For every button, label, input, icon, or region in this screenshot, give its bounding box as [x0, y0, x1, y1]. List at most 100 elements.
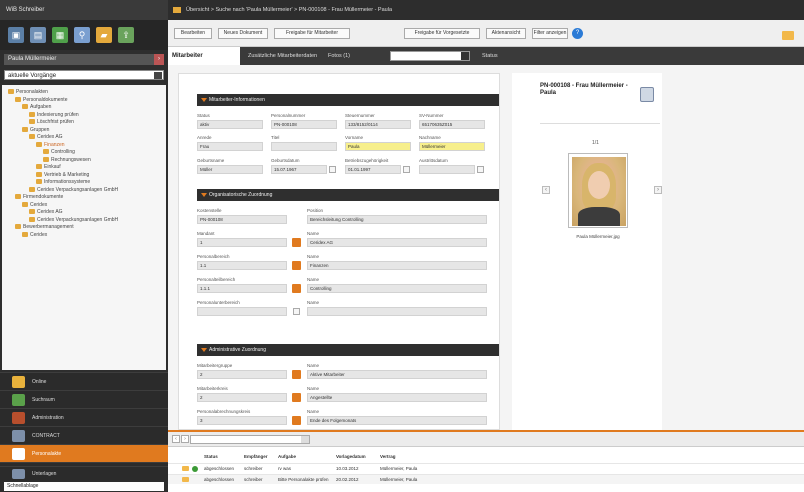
- tree-node[interactable]: Firmendokumente: [4, 194, 164, 202]
- search-icon[interactable]: [301, 436, 309, 443]
- employee-circle-name-field[interactable]: Angestellte: [307, 393, 487, 402]
- lookup-icon[interactable]: [292, 393, 301, 402]
- status-field[interactable]: aktiv: [197, 120, 263, 129]
- tree-node[interactable]: Ceridex Verpackungsanlagen GmbH: [4, 187, 164, 195]
- tab-additional-data[interactable]: Zusätzliche Mitarbeiterdaten: [248, 47, 317, 65]
- payroll-area-name-field[interactable]: Ende des Folgemonats: [307, 416, 487, 425]
- personnel-subarea-name-field[interactable]: Controlling: [307, 284, 487, 293]
- client-name-field[interactable]: Ceridex AG: [307, 238, 487, 247]
- nav-item[interactable]: Administration: [0, 408, 168, 426]
- release-supervisor-button[interactable]: Freigabe für Vorgesetzte: [404, 28, 480, 39]
- column-header[interactable]: Vertrag: [380, 452, 396, 461]
- tree-node[interactable]: Aufgaben: [4, 104, 164, 112]
- tab-photos[interactable]: Fotos (1): [328, 47, 350, 65]
- column-header[interactable]: Aufgabe: [278, 452, 296, 461]
- employee-circle-field[interactable]: 2: [197, 393, 287, 402]
- calendar-icon[interactable]: [329, 166, 336, 173]
- payroll-area-field[interactable]: 3: [197, 416, 287, 425]
- birth-name-field[interactable]: Müller: [197, 165, 263, 174]
- column-header[interactable]: Empfänger: [244, 452, 268, 461]
- tree-node[interactable]: Gruppen: [4, 127, 164, 135]
- tab-employee[interactable]: Mitarbeiter: [168, 47, 240, 65]
- calendar-icon[interactable]: [477, 166, 484, 173]
- calendar-icon[interactable]: [403, 166, 410, 173]
- tree-node[interactable]: Indexierung prüfen: [4, 112, 164, 120]
- nav-item[interactable]: Online: [0, 372, 168, 390]
- personnel-subdivision-name-field[interactable]: [307, 307, 487, 316]
- nav-item[interactable]: Personalakte: [0, 444, 168, 462]
- tree-node[interactable]: Ceridex AG: [4, 209, 164, 217]
- column-header[interactable]: Status: [204, 452, 218, 461]
- tree-node[interactable]: Informationssysteme: [4, 179, 164, 187]
- release-employee-button[interactable]: Freigabe für Mitarbeiter: [274, 28, 350, 39]
- column-header[interactable]: Vorlagedatum: [336, 452, 366, 461]
- tree-node[interactable]: Ceridex: [4, 202, 164, 210]
- nav-item[interactable]: Suchraum: [0, 390, 168, 408]
- personnel-subdivision-field[interactable]: [197, 307, 287, 316]
- table-row[interactable]: abgeschlossen schreiber Bitte Personalak…: [168, 474, 804, 484]
- personnel-number-field[interactable]: PN-000108: [271, 120, 337, 129]
- view-select[interactable]: aktuelle Vorgänge: [4, 70, 164, 80]
- last-name-field[interactable]: Müllermeier: [419, 142, 485, 151]
- cost-center-field[interactable]: PN-000108: [197, 215, 287, 224]
- spreadsheet-icon[interactable]: ▦: [52, 27, 68, 43]
- folder-icon[interactable]: [782, 31, 794, 40]
- edit-photo-icon[interactable]: [640, 87, 654, 102]
- previous-photo-icon[interactable]: ‹: [542, 186, 550, 194]
- lookup-icon[interactable]: [292, 238, 301, 247]
- breadcrumb-text[interactable]: Übersicht > Suche nach 'Paula Müllermeie…: [186, 7, 392, 13]
- search-icon[interactable]: ⚲: [74, 27, 90, 43]
- tree-node[interactable]: Finanzen: [4, 142, 164, 150]
- exit-date-field[interactable]: [419, 165, 475, 174]
- tree-node[interactable]: Ceridex AG: [4, 134, 164, 142]
- nav-item[interactable]: Unterlagen: [0, 466, 168, 480]
- folder-icon[interactable]: ▰: [96, 27, 112, 43]
- tree-node[interactable]: Einkauf: [4, 164, 164, 172]
- home-icon[interactable]: ▣: [8, 27, 24, 43]
- lookup-icon[interactable]: [292, 416, 301, 425]
- section-header[interactable]: Organisatorische Zuordnung: [197, 189, 499, 201]
- client-field[interactable]: 1: [197, 238, 287, 247]
- user-field-go-icon[interactable]: ›: [154, 54, 164, 65]
- lookup-icon[interactable]: [292, 284, 301, 293]
- edit-button[interactable]: Bearbeiten: [174, 28, 212, 39]
- position-field[interactable]: Bereichsleitung Controlling: [307, 215, 487, 224]
- next-photo-icon[interactable]: ›: [654, 186, 662, 194]
- upload-icon[interactable]: ⇪: [118, 27, 134, 43]
- birth-date-field[interactable]: 15.07.1967: [271, 165, 327, 174]
- chevron-down-icon[interactable]: [154, 72, 162, 79]
- lookup-icon[interactable]: [293, 308, 300, 315]
- lookup-icon[interactable]: [292, 261, 301, 270]
- chevron-down-icon[interactable]: [461, 52, 469, 60]
- employee-group-name-field[interactable]: Aktive Mitarbeiter: [307, 370, 487, 379]
- previous-page-icon[interactable]: ‹: [172, 435, 180, 443]
- nav-item[interactable]: CONTRACT: [0, 426, 168, 444]
- bottom-select[interactable]: Schnellablage: [4, 482, 164, 491]
- new-document-button[interactable]: Neues Dokument: [218, 28, 268, 39]
- tree-node[interactable]: Löschfrist prüfen: [4, 119, 164, 127]
- tree-node[interactable]: Rechnungswesen: [4, 157, 164, 165]
- first-name-field[interactable]: Paula: [345, 142, 411, 151]
- tax-number-field[interactable]: 133/8152/0114: [345, 120, 411, 129]
- next-page-icon[interactable]: ›: [181, 435, 189, 443]
- employee-photo[interactable]: [568, 153, 628, 228]
- tree-node[interactable]: Ceridex Verpackungsanlagen GmbH: [4, 217, 164, 225]
- section-header[interactable]: Administrative Zuordnung: [197, 344, 499, 356]
- personnel-subarea-field[interactable]: 1.1.1: [197, 284, 287, 293]
- entry-date-field[interactable]: 01.01.1997: [345, 165, 401, 174]
- tree-node[interactable]: Vertrieb & Marketing: [4, 172, 164, 180]
- tree-node[interactable]: Bewerbermanagement: [4, 224, 164, 232]
- document-icon[interactable]: ▤: [30, 27, 46, 43]
- file-view-button[interactable]: Aktenansicht: [486, 28, 526, 39]
- table-row[interactable]: abgeschlossen schreiber rv was 10.03.201…: [168, 463, 804, 473]
- tree-node[interactable]: Personaldokumente: [4, 97, 164, 105]
- section-header[interactable]: Mitarbeiter-Informationen: [197, 94, 499, 106]
- sv-number-field[interactable]: 65170635Z015: [419, 120, 485, 129]
- user-field[interactable]: Paula Müllermeier ›: [4, 54, 164, 65]
- personnel-area-field[interactable]: 1.1: [197, 261, 287, 270]
- tree-node[interactable]: Controlling: [4, 149, 164, 157]
- tree-node[interactable]: Ceridex: [4, 232, 164, 240]
- employee-group-field[interactable]: 2: [197, 370, 287, 379]
- lookup-icon[interactable]: [292, 370, 301, 379]
- status-select[interactable]: [390, 51, 470, 61]
